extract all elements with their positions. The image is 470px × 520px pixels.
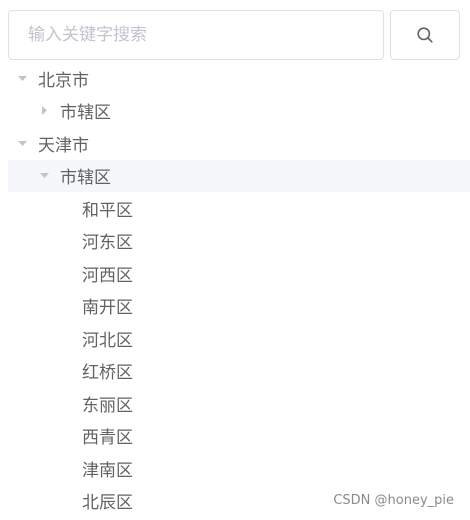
tree-node-district[interactable]: 津南区 xyxy=(8,452,470,485)
tree-node-district[interactable]: 河西区 xyxy=(8,257,470,290)
tree-node-label: 河东区 xyxy=(82,233,133,254)
tree-node-district[interactable]: 南开区 xyxy=(8,290,470,323)
tree-node-district[interactable]: 东丽区 xyxy=(8,387,470,420)
tree-node-tianjin[interactable]: 天津市 xyxy=(8,127,470,160)
tree-node-label: 市辖区 xyxy=(60,168,111,189)
tree-node-district[interactable]: 河东区 xyxy=(8,225,470,258)
tree-node-district[interactable]: 和平区 xyxy=(8,192,470,225)
tree-node-district[interactable]: 西青区 xyxy=(8,420,470,453)
search-bar xyxy=(8,10,460,60)
tree-node-label: 北辰区 xyxy=(82,493,133,514)
tree-node-label: 红桥区 xyxy=(82,363,133,384)
tree-node-label: 河西区 xyxy=(82,265,133,286)
search-button[interactable] xyxy=(390,10,460,60)
tree-node-label: 天津市 xyxy=(38,135,89,156)
tree-node-district[interactable]: 河北区 xyxy=(8,322,470,355)
caret-down-icon[interactable] xyxy=(17,73,28,84)
watermark: CSDN @honey_pie xyxy=(333,493,454,508)
caret-down-icon[interactable] xyxy=(39,170,50,181)
tree-node-label: 东丽区 xyxy=(82,395,133,416)
tree-node-district[interactable]: 红桥区 xyxy=(8,355,470,388)
region-tree: 北京市 市辖区 天津市 市辖区 和平区 河东区 河西区 南开区 河北区 红桥区 … xyxy=(8,62,470,517)
caret-right-icon[interactable] xyxy=(39,105,50,116)
tree-node-label: 河北区 xyxy=(82,330,133,351)
tree-node-label: 西青区 xyxy=(82,428,133,449)
search-icon xyxy=(417,27,433,43)
tree-node-beijing[interactable]: 北京市 xyxy=(8,62,470,95)
tree-node-beijing-shixiaqu[interactable]: 市辖区 xyxy=(8,95,470,128)
tree-node-tianjin-shixiaqu[interactable]: 市辖区 xyxy=(8,159,470,192)
tree-node-label: 南开区 xyxy=(82,298,133,319)
tree-node-label: 市辖区 xyxy=(60,103,111,124)
tree-node-label: 津南区 xyxy=(82,460,133,481)
search-input[interactable] xyxy=(8,10,384,60)
tree-node-label: 北京市 xyxy=(38,70,89,91)
caret-down-icon[interactable] xyxy=(17,138,28,149)
tree-node-label: 和平区 xyxy=(82,200,133,221)
